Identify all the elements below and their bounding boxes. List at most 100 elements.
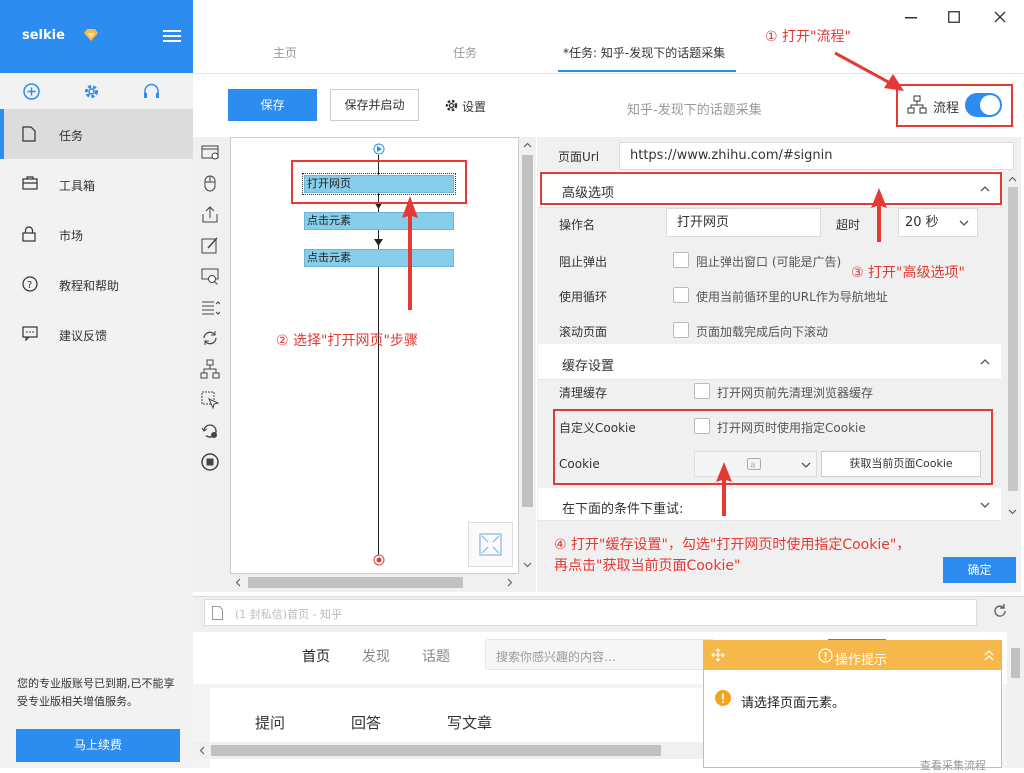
tool-loop[interactable] — [200, 328, 222, 350]
action-answer[interactable]: 回答 — [351, 712, 381, 733]
tab-tasks[interactable]: 任务 — [453, 44, 477, 61]
chevron-left-icon[interactable] — [199, 746, 205, 755]
arrow-4 — [716, 462, 732, 516]
op-name-input[interactable]: 打开网页 — [666, 208, 821, 237]
move-icon[interactable] — [711, 648, 725, 662]
retry-conditions-header[interactable]: 在下面的条件下重试: — [538, 488, 1001, 521]
tip-header[interactable]: 操作提示 — [704, 641, 1001, 670]
tool-switch-dropdown[interactable] — [200, 297, 222, 319]
address-bar[interactable]: (1 封私信)首页 - 知乎 — [204, 599, 977, 626]
sidebar-item-label: 教程和帮助 — [59, 279, 120, 293]
nav-discover[interactable]: 发现 — [362, 646, 390, 666]
chevron-up-icon[interactable] — [523, 142, 532, 148]
panel-scrollbar[interactable] — [1005, 171, 1021, 521]
tool-click[interactable] — [200, 173, 222, 195]
chevron-right-icon[interactable] — [507, 578, 513, 587]
tool-end[interactable] — [200, 452, 222, 474]
minimize-icon[interactable] — [905, 17, 917, 19]
highlight-step — [291, 160, 467, 204]
url-label: 页面Url — [558, 150, 600, 164]
tool-extract[interactable] — [200, 204, 222, 226]
sidebar-item-feedback[interactable]: 建议反馈 — [0, 309, 193, 359]
tip-title: 操作提示 — [835, 653, 888, 668]
chat-icon — [22, 326, 38, 341]
clear-cache-label: 清理缓存 — [559, 386, 608, 400]
info-circle-icon — [818, 648, 833, 663]
retry-conditions-title: 在下面的条件下重试: — [562, 502, 684, 517]
fit-view-button[interactable] — [468, 522, 513, 567]
confirm-button[interactable]: 确定 — [943, 557, 1016, 583]
tab-active-indicator — [558, 70, 736, 72]
add-circle-icon[interactable] — [23, 83, 40, 100]
help-icon: ? — [22, 276, 38, 292]
settings-button[interactable]: 设置 — [462, 98, 486, 115]
action-write[interactable]: 写文章 — [447, 712, 492, 733]
flow-step-click[interactable]: 点击元素 — [304, 212, 454, 230]
save-button[interactable]: 保存 — [228, 89, 317, 121]
expiry-notice: 您的专业版账号已到期,已不能享受专业版相关增值服务。 — [17, 677, 175, 708]
headset-icon[interactable] — [143, 83, 160, 100]
branch-icon — [200, 359, 220, 379]
scroll-checkbox-label: 页面加载完成后向下滚动 — [696, 325, 829, 339]
flow-end-icon — [373, 554, 385, 566]
sidebar-item-help[interactable]: ? 教程和帮助 — [0, 259, 193, 309]
cache-settings-header[interactable]: 缓存设置 — [538, 344, 1001, 380]
vertical-scrollbar[interactable] — [519, 137, 536, 574]
chevron-down-icon[interactable] — [980, 502, 990, 508]
chevron-up-icon[interactable] — [1008, 176, 1017, 182]
timeout-value: 20 秒 — [905, 215, 939, 230]
op-name-label: 操作名 — [559, 218, 596, 232]
annotation-2: ② 选择"打开网页"步骤 — [276, 333, 418, 349]
save-start-button[interactable]: 保存并启动 — [330, 89, 419, 121]
search-box[interactable]: 搜索你感兴趣的内容… — [485, 639, 715, 670]
tool-captcha[interactable] — [200, 266, 222, 288]
close-icon[interactable] — [994, 11, 1006, 23]
popup-label: 阻止弹出 — [559, 255, 608, 269]
tab-current-task[interactable]: *任务: 知乎-发现下的话题采集 — [563, 44, 725, 61]
diamond-icon — [84, 29, 98, 41]
action-ask[interactable]: 提问 — [255, 712, 285, 733]
tip-popup: 操作提示 请选择页面元素。 查看采集流程 — [703, 640, 1002, 772]
popup-checkbox[interactable] — [673, 252, 689, 268]
tip-footer-link[interactable]: 查看采集流程 — [920, 757, 986, 773]
address-text: (1 封私信)首页 - 知乎 — [235, 608, 343, 621]
tool-input[interactable] — [200, 235, 222, 257]
tool-open-page[interactable] — [200, 142, 222, 164]
clear-cache-checkbox-label: 打开网页前先清理浏览器缓存 — [717, 386, 874, 400]
scroll-checkbox[interactable] — [673, 322, 689, 338]
chevron-left-icon[interactable] — [235, 578, 241, 587]
chevron-down-icon[interactable] — [523, 562, 532, 568]
renew-button[interactable]: 马上续费 — [16, 729, 180, 762]
sidebar-item-task[interactable]: 任务 — [0, 109, 193, 159]
sidebar-item-label: 工具箱 — [59, 179, 96, 193]
flow-step-click[interactable]: 点击元素 — [304, 249, 454, 267]
sidebar-item-label: 市场 — [59, 229, 84, 243]
browser-scrollbar[interactable] — [1007, 632, 1024, 768]
reload-icon[interactable] — [992, 603, 1008, 619]
menu-icon[interactable] — [163, 30, 181, 43]
sidebar-item-label: 建议反馈 — [59, 329, 108, 343]
chevron-up-icon[interactable] — [980, 359, 990, 365]
nav-topics[interactable]: 话题 — [422, 646, 450, 666]
browser-h-scrollbar[interactable] — [193, 742, 703, 759]
task-title: 知乎-发现下的话题采集 — [627, 103, 762, 118]
sidebar-item-market[interactable]: 市场 — [0, 209, 193, 259]
chevron-down-icon — [959, 220, 969, 226]
settings-gear-icon[interactable] — [444, 98, 459, 113]
gear-icon[interactable] — [83, 83, 100, 100]
collapse-icon[interactable] — [984, 649, 994, 661]
nav-home[interactable]: 首页 — [302, 646, 330, 666]
tool-branch[interactable] — [200, 359, 222, 381]
tool-refresh[interactable] — [200, 421, 222, 443]
tab-home[interactable]: 主页 — [273, 44, 297, 61]
sidebar-item-toolbox[interactable]: 工具箱 — [0, 159, 193, 209]
clear-cache-checkbox[interactable] — [694, 383, 710, 399]
maximize-icon[interactable] — [948, 11, 960, 23]
timeout-select[interactable]: 20 秒 — [898, 208, 978, 237]
tool-mouse-over[interactable] — [200, 390, 222, 412]
loop-checkbox[interactable] — [673, 287, 689, 303]
chevron-down-icon[interactable] — [1008, 509, 1017, 515]
loop-label: 使用循环 — [559, 290, 608, 304]
url-input[interactable]: https://www.zhihu.com/#signin — [619, 142, 1014, 170]
horizontal-scrollbar[interactable] — [230, 574, 519, 591]
